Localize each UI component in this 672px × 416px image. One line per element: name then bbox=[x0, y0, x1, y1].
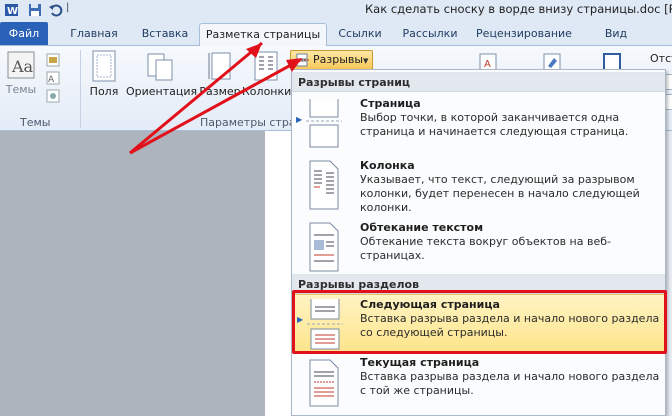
annotation-arrow-to-breaks bbox=[129, 58, 302, 155]
annotation-arrow-to-tab bbox=[129, 41, 263, 155]
annotation-arrows bbox=[129, 41, 302, 155]
